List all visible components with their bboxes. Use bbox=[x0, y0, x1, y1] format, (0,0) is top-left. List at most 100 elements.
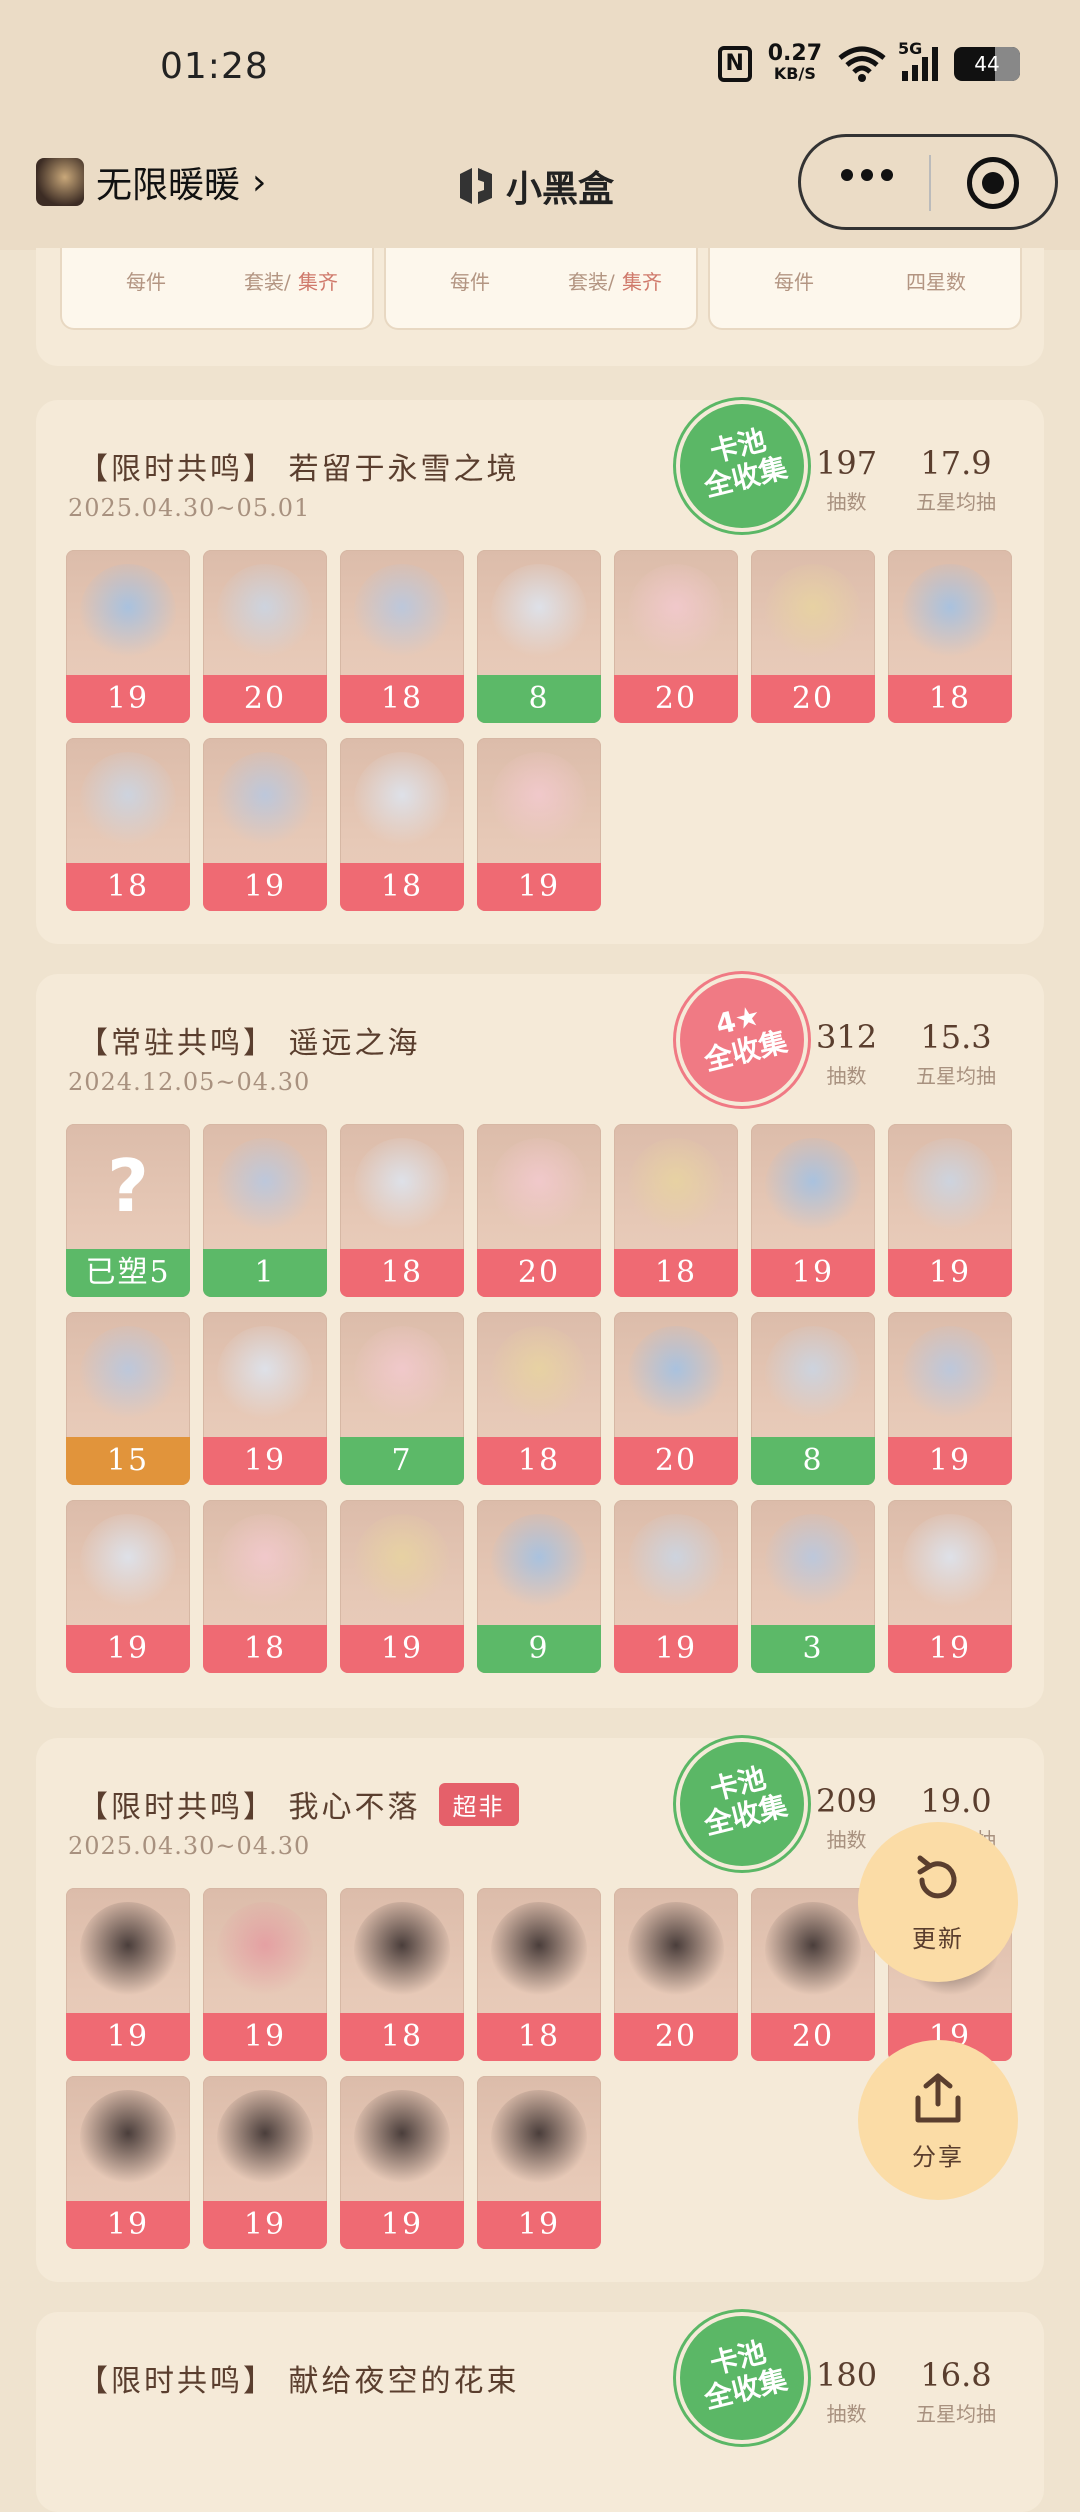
share-button[interactable]: 分享 bbox=[858, 2040, 1018, 2200]
outfit-item-image bbox=[354, 1326, 450, 1422]
outfit-item-tile[interactable]: 8 bbox=[477, 550, 601, 723]
outfit-item-image bbox=[491, 1138, 587, 1234]
outfit-item-tile[interactable]: 20 bbox=[614, 1312, 738, 1485]
network-speed: 0.27 KB/S bbox=[767, 41, 822, 84]
outfit-item-tile[interactable]: 19 bbox=[203, 1888, 327, 2061]
item-pull-count: 9 bbox=[477, 1625, 601, 1673]
outfit-item-tile[interactable]: 19 bbox=[888, 1500, 1012, 1673]
outfit-item-image bbox=[217, 1902, 313, 1998]
share-label: 分享 bbox=[912, 2143, 964, 2171]
pool-date: 2025.04.30~05.01 bbox=[68, 494, 311, 522]
outfit-item-tile[interactable]: 9 bbox=[477, 1500, 601, 1673]
outfit-item-tile[interactable]: 19 bbox=[203, 738, 327, 911]
outfit-item-tile[interactable]: 19 bbox=[477, 738, 601, 911]
outfit-item-image bbox=[80, 752, 176, 848]
item-pull-count: 19 bbox=[203, 1437, 327, 1485]
outfit-item-image bbox=[765, 564, 861, 660]
outfit-item-tile[interactable]: 20 bbox=[477, 1124, 601, 1297]
outfit-item-tile[interactable]: 19 bbox=[340, 1500, 464, 1673]
outfit-item-tile[interactable]: 19 bbox=[66, 550, 190, 723]
item-pull-count: 20 bbox=[614, 2013, 738, 2061]
outfit-item-tile[interactable]: 8 bbox=[751, 1312, 875, 1485]
battery-icon: 44 bbox=[954, 47, 1020, 81]
outfit-item-tile[interactable]: 18 bbox=[340, 1888, 464, 2061]
refresh-button[interactable]: 更新 bbox=[858, 1822, 1018, 1982]
outfit-item-tile[interactable]: 18 bbox=[614, 1124, 738, 1297]
status-icons: N 0.27 KB/S 5G 44 bbox=[717, 39, 1020, 84]
outfit-item-tile[interactable]: 18 bbox=[888, 550, 1012, 723]
item-pull-count: 18 bbox=[340, 2013, 464, 2061]
logo-icon bbox=[460, 168, 492, 204]
item-pull-count: 19 bbox=[340, 2201, 464, 2249]
pool-card[interactable]: 【常驻共鸣】 遥远之海 2024.12.05~04.30 4★ 全收集 312 抽数… bbox=[36, 974, 1044, 1708]
outfit-item-tile[interactable]: 19 bbox=[66, 1500, 190, 1673]
outfit-item-tile[interactable]: ? 已塑5 bbox=[66, 1124, 190, 1297]
outfit-item-tile[interactable]: 18 bbox=[340, 1124, 464, 1297]
outfit-item-tile[interactable]: 19 bbox=[477, 2076, 601, 2249]
outfit-item-image bbox=[628, 564, 724, 660]
item-pull-count: 19 bbox=[477, 2201, 601, 2249]
outfit-item-tile[interactable]: 18 bbox=[340, 738, 464, 911]
outfit-item-tile[interactable]: 20 bbox=[614, 550, 738, 723]
full-collection-seal: 卡池 全收集 bbox=[680, 2316, 804, 2440]
item-pull-count: 19 bbox=[66, 675, 190, 723]
outfit-item-image bbox=[491, 1902, 587, 1998]
outfit-item-tile[interactable]: 19 bbox=[66, 1888, 190, 2061]
outfit-item-image bbox=[491, 752, 587, 848]
more-icon[interactable] bbox=[841, 169, 893, 181]
wifi-icon bbox=[838, 46, 886, 82]
outfit-item-tile[interactable]: 20 bbox=[614, 1888, 738, 2061]
item-pull-count: 7 bbox=[340, 1437, 464, 1485]
outfit-item-tile[interactable]: 19 bbox=[340, 2076, 464, 2249]
item-pull-count: 18 bbox=[203, 1625, 327, 1673]
pull-count: 312 抽数 bbox=[816, 1018, 878, 1088]
outfit-item-tile[interactable]: 19 bbox=[203, 2076, 327, 2249]
summary-box: 每件 四星数 bbox=[708, 248, 1022, 330]
outfit-item-tile[interactable]: 15 bbox=[66, 1312, 190, 1485]
item-pull-count: 已塑5 bbox=[66, 1249, 190, 1297]
outfit-item-tile[interactable]: 20 bbox=[751, 1888, 875, 2061]
game-switcher[interactable]: 无限暖暖 › bbox=[36, 156, 266, 208]
outfit-item-image bbox=[765, 1514, 861, 1610]
outfit-item-tile[interactable]: 19 bbox=[614, 1500, 738, 1673]
outfit-item-tile[interactable]: 3 bbox=[751, 1500, 875, 1673]
outfit-item-tile[interactable]: 20 bbox=[751, 550, 875, 723]
outfit-item-image bbox=[902, 1326, 998, 1422]
outfit-item-tile[interactable]: 20 bbox=[203, 550, 327, 723]
outfit-item-tile[interactable]: 19 bbox=[751, 1124, 875, 1297]
outfit-item-tile[interactable]: 19 bbox=[203, 1312, 327, 1485]
close-mini-program-icon[interactable] bbox=[967, 157, 1019, 209]
outfit-item-tile[interactable]: 18 bbox=[203, 1500, 327, 1673]
pool-card[interactable]: 【限时共鸣】 若留于永雪之境 2025.04.30~05.01 卡池 全收集 19… bbox=[36, 400, 1044, 944]
outfit-item-tile[interactable]: 18 bbox=[66, 738, 190, 911]
item-pull-count: 19 bbox=[203, 2201, 327, 2249]
outfit-item-tile[interactable]: 18 bbox=[340, 550, 464, 723]
pull-count: 197 抽数 bbox=[816, 444, 878, 514]
item-pull-count: 18 bbox=[614, 1249, 738, 1297]
pool-date: 2025.04.30~04.30 bbox=[68, 1832, 311, 1860]
outfit-item-tile[interactable]: 19 bbox=[888, 1312, 1012, 1485]
share-icon bbox=[915, 2073, 961, 2123]
pool-date: 2024.12.05~04.30 bbox=[68, 1068, 311, 1096]
outfit-item-tile[interactable]: 7 bbox=[340, 1312, 464, 1485]
pool-card[interactable]: 【限时共鸣】 献给夜空的花束 卡池 全收集 180 抽数 16.8 五星均抽 bbox=[36, 2312, 1044, 2512]
outfit-item-image bbox=[217, 1514, 313, 1610]
outfit-item-image bbox=[354, 1138, 450, 1234]
item-pull-count: 19 bbox=[888, 1437, 1012, 1485]
outfit-item-image bbox=[628, 1514, 724, 1610]
outfit-item-image bbox=[902, 1138, 998, 1234]
item-pull-count: 18 bbox=[340, 675, 464, 723]
pool-title: 【限时共鸣】 献给夜空的花束 bbox=[78, 2364, 520, 2399]
item-pull-count: 19 bbox=[614, 1625, 738, 1673]
outfit-item-image bbox=[80, 2090, 176, 2186]
pool-card[interactable]: 【限时共鸣】 我心不落 超非 2025.04.30~04.30 卡池 全收集 209… bbox=[36, 1738, 1044, 2282]
refresh-icon bbox=[917, 1855, 957, 1899]
outfit-item-image bbox=[628, 1902, 724, 1998]
outfit-item-tile[interactable]: 18 bbox=[477, 1312, 601, 1485]
outfit-item-image bbox=[217, 1138, 313, 1234]
outfit-item-tile[interactable]: 18 bbox=[477, 1888, 601, 2061]
outfit-item-tile[interactable]: 19 bbox=[66, 2076, 190, 2249]
outfit-item-tile[interactable]: 1 bbox=[203, 1124, 327, 1297]
item-pull-count: 19 bbox=[66, 1625, 190, 1673]
outfit-item-tile[interactable]: 19 bbox=[888, 1124, 1012, 1297]
